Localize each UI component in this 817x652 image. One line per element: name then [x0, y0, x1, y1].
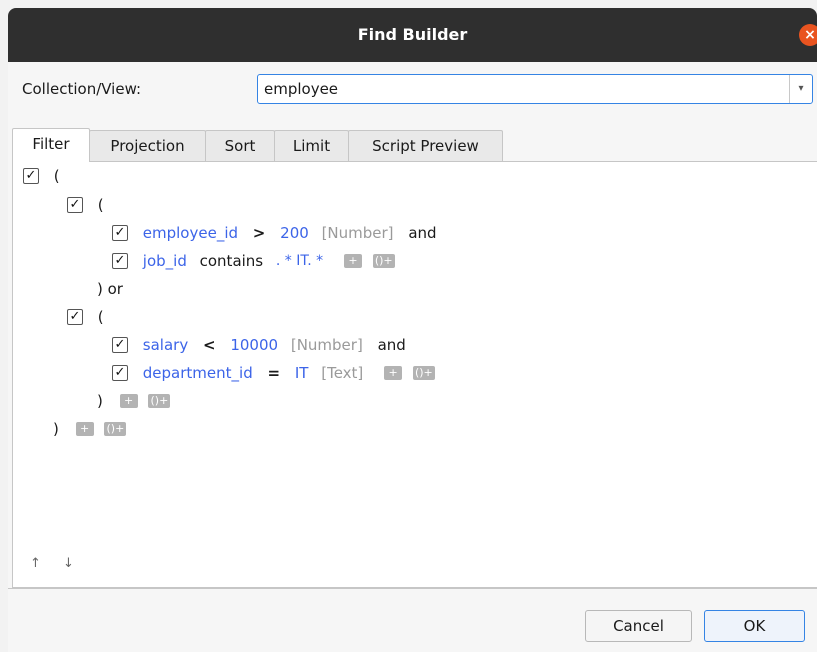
field-name[interactable]: department_id: [143, 364, 253, 382]
open-paren: (: [53, 166, 60, 185]
field-name[interactable]: job_id: [143, 252, 187, 270]
close-paren-or: ) or: [97, 279, 123, 298]
condition-value[interactable]: . * IT. *: [276, 253, 323, 269]
arrow-up-icon[interactable]: ↑: [30, 556, 41, 571]
operator[interactable]: >: [253, 224, 266, 242]
add-condition-icon[interactable]: +: [384, 365, 403, 380]
open-paren: (: [97, 195, 104, 214]
open-paren: (: [97, 307, 104, 326]
group1-close-row: ) or: [97, 279, 123, 301]
arrow-down-icon[interactable]: ↓: [63, 556, 74, 571]
field-name[interactable]: employee_id: [143, 224, 238, 242]
tab-limit[interactable]: Limit: [274, 130, 349, 161]
tab-sort[interactable]: Sort: [205, 130, 275, 161]
operator[interactable]: =: [268, 364, 281, 382]
filter-panel: ✓ ( ✓ ( ✓ employee_id > 200 [Number] and…: [12, 161, 817, 588]
value-type[interactable]: [Text]: [321, 364, 363, 382]
collection-combobox[interactable]: employee ▾: [257, 74, 813, 104]
add-group-icon[interactable]: ()+: [104, 421, 127, 436]
checkbox[interactable]: ✓: [67, 196, 83, 213]
add-group-icon[interactable]: ()+: [412, 365, 435, 380]
divider: [8, 588, 817, 589]
add-group-icon[interactable]: ()+: [148, 393, 171, 408]
tab-filter[interactable]: Filter: [12, 128, 90, 162]
add-condition-icon[interactable]: +: [343, 253, 362, 268]
condition-row: ✓ salary < 10000 [Number] and: [112, 335, 406, 357]
operator[interactable]: <: [203, 336, 216, 354]
value-type[interactable]: [Number]: [291, 336, 363, 354]
condition-value[interactable]: 200: [280, 224, 309, 242]
checkbox[interactable]: ✓: [23, 167, 39, 184]
tab-projection[interactable]: Projection: [89, 130, 206, 161]
condition-value[interactable]: IT: [295, 364, 309, 382]
condition-row: ✓ job_id contains . * IT. * + ()+: [112, 251, 395, 273]
cancel-button[interactable]: Cancel: [585, 610, 692, 642]
close-paren: ): [97, 391, 103, 410]
collection-label: Collection/View:: [22, 80, 142, 98]
condition-row: ✓ department_id = IT [Text] + ()+: [112, 363, 435, 385]
window-title: Find Builder: [357, 25, 468, 44]
ok-button[interactable]: OK: [704, 610, 805, 642]
checkbox[interactable]: ✓: [67, 308, 83, 325]
root-close-row: ) + ()+: [53, 419, 127, 441]
checkbox[interactable]: ✓: [112, 336, 128, 353]
checkbox[interactable]: ✓: [112, 224, 128, 241]
group2-row: ✓ (: [67, 307, 104, 329]
close-icon[interactable]: ×: [799, 24, 817, 46]
field-name[interactable]: salary: [143, 336, 188, 354]
tab-script-preview[interactable]: Script Preview: [348, 130, 503, 161]
find-builder-dialog: Collection/View: employee ▾ Filter Proje…: [8, 62, 817, 652]
root-group-row: ✓ (: [23, 166, 60, 188]
title-bar: Find Builder ×: [8, 8, 817, 62]
group2-close-row: ) + ()+: [97, 391, 171, 413]
conjunction[interactable]: and: [378, 336, 406, 354]
chevron-down-icon[interactable]: ▾: [789, 75, 812, 103]
collection-value[interactable]: employee: [264, 80, 338, 98]
add-condition-icon[interactable]: +: [75, 421, 94, 436]
checkbox[interactable]: ✓: [112, 252, 128, 269]
add-group-icon[interactable]: ()+: [372, 253, 395, 268]
checkbox[interactable]: ✓: [112, 364, 128, 381]
close-paren: ): [53, 419, 59, 438]
add-condition-icon[interactable]: +: [119, 393, 138, 408]
operator[interactable]: contains: [200, 252, 264, 270]
move-controls: ↑ ↓: [30, 556, 92, 571]
group1-row: ✓ (: [67, 195, 104, 217]
condition-row: ✓ employee_id > 200 [Number] and: [112, 223, 437, 245]
condition-value[interactable]: 10000: [230, 336, 278, 354]
conjunction[interactable]: and: [408, 224, 436, 242]
value-type[interactable]: [Number]: [322, 224, 394, 242]
